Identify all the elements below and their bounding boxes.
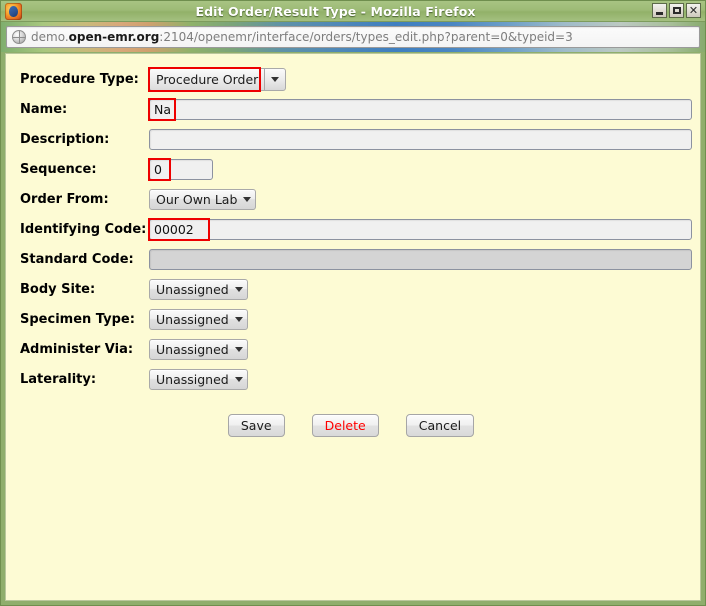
select-procedure-type-value: Procedure Order (149, 68, 264, 91)
annotation-sequence: 0 (149, 159, 213, 180)
form-row-procedure-type: Procedure Type: Procedure Order (20, 64, 692, 94)
form-row-body-site: Body Site: Unassigned (20, 274, 692, 304)
cell-procedure-type: Procedure Order (149, 64, 692, 94)
chevron-down-icon (243, 197, 251, 202)
firefox-icon (5, 3, 22, 20)
label-administer-via: Administer Via: (20, 334, 149, 364)
select-procedure-type-arrow[interactable] (264, 68, 286, 91)
select-order-from-value: Our Own Lab (156, 192, 237, 207)
edit-order-type-form: Procedure Type: Procedure Order Name: (6, 54, 700, 437)
url-text: demo.open-emr.org:2104/openemr/interface… (31, 30, 573, 44)
select-specimen-type-value: Unassigned (156, 312, 229, 327)
window-title: Edit Order/Result Type - Mozilla Firefox (22, 4, 703, 19)
input-description[interactable] (149, 129, 692, 150)
cell-body-site: Unassigned (149, 274, 692, 304)
navigation-strip: demo.open-emr.org:2104/openemr/interface… (1, 22, 705, 52)
chevron-down-icon (235, 347, 243, 352)
cell-description (149, 124, 692, 154)
label-laterality: Laterality: (20, 364, 149, 394)
chevron-down-icon (235, 287, 243, 292)
select-administer-via[interactable]: Unassigned (149, 339, 248, 360)
url-bar[interactable]: demo.open-emr.org:2104/openemr/interface… (6, 26, 700, 48)
annotation-identifying-code: 00002 (149, 219, 692, 240)
label-description: Description: (20, 124, 149, 154)
label-procedure-type: Procedure Type: (20, 64, 149, 94)
cancel-button[interactable]: Cancel (406, 414, 474, 437)
select-body-site-value: Unassigned (156, 282, 229, 297)
label-identifying-code: Identifying Code: (20, 214, 149, 244)
minimize-button[interactable] (652, 3, 667, 18)
form-row-standard-code: Standard Code: (20, 244, 692, 274)
form-row-order-from: Order From: Our Own Lab (20, 184, 692, 214)
form-row-identifying-code: Identifying Code: 00002 (20, 214, 692, 244)
annotation-name: Na (149, 99, 692, 120)
firefox-window: Edit Order/Result Type - Mozilla Firefox… (0, 0, 706, 606)
input-sequence[interactable]: 0 (149, 159, 213, 180)
annotation-procedure-type: Procedure Order (149, 68, 286, 91)
select-administer-via-value: Unassigned (156, 342, 229, 357)
cell-laterality: Unassigned (149, 364, 692, 394)
form-row-sequence: Sequence: 0 (20, 154, 692, 184)
form-row-specimen-type: Specimen Type: Unassigned (20, 304, 692, 334)
form-table: Procedure Type: Procedure Order Name: (20, 64, 692, 394)
chevron-down-icon (235, 377, 243, 382)
url-prefix: demo. (31, 30, 69, 44)
input-identifying-code[interactable]: 00002 (149, 219, 692, 240)
select-procedure-type[interactable]: Procedure Order (149, 68, 286, 91)
close-button[interactable]: ✕ (686, 3, 701, 18)
close-icon: ✕ (687, 4, 700, 17)
form-row-administer-via: Administer Via: Unassigned (20, 334, 692, 364)
cell-standard-code (149, 244, 692, 274)
maximize-button[interactable] (669, 3, 684, 18)
select-laterality-value: Unassigned (156, 372, 229, 387)
page-viewport: Procedure Type: Procedure Order Name: (5, 53, 701, 601)
select-order-from[interactable]: Our Own Lab (149, 189, 256, 210)
cell-order-from: Our Own Lab (149, 184, 692, 214)
cell-sequence: 0 (149, 154, 692, 184)
form-row-laterality: Laterality: Unassigned (20, 364, 692, 394)
form-buttons: Save Delete Cancel (20, 414, 692, 437)
cell-name: Na (149, 94, 692, 124)
title-bar: Edit Order/Result Type - Mozilla Firefox… (1, 1, 705, 22)
input-standard-code (149, 249, 692, 270)
select-specimen-type[interactable]: Unassigned (149, 309, 248, 330)
delete-button[interactable]: Delete (312, 414, 379, 437)
cell-identifying-code: 00002 (149, 214, 692, 244)
globe-icon (12, 30, 26, 44)
label-name: Name: (20, 94, 149, 124)
cell-administer-via: Unassigned (149, 334, 692, 364)
chevron-down-icon (235, 317, 243, 322)
label-standard-code: Standard Code: (20, 244, 149, 274)
label-body-site: Body Site: (20, 274, 149, 304)
label-sequence: Sequence: (20, 154, 149, 184)
label-order-from: Order From: (20, 184, 149, 214)
form-row-name: Name: Na (20, 94, 692, 124)
url-suffix: :2104/openemr/interface/orders/types_edi… (159, 30, 572, 44)
select-body-site[interactable]: Unassigned (149, 279, 248, 300)
url-host: open-emr.org (69, 30, 160, 44)
form-row-description: Description: (20, 124, 692, 154)
cell-specimen-type: Unassigned (149, 304, 692, 334)
select-laterality[interactable]: Unassigned (149, 369, 248, 390)
save-button[interactable]: Save (228, 414, 285, 437)
chevron-down-icon (271, 77, 279, 82)
input-name[interactable]: Na (149, 99, 692, 120)
label-specimen-type: Specimen Type: (20, 304, 149, 334)
minimize-icon (653, 4, 666, 17)
maximize-icon (670, 4, 683, 17)
window-controls: ✕ (652, 3, 701, 18)
